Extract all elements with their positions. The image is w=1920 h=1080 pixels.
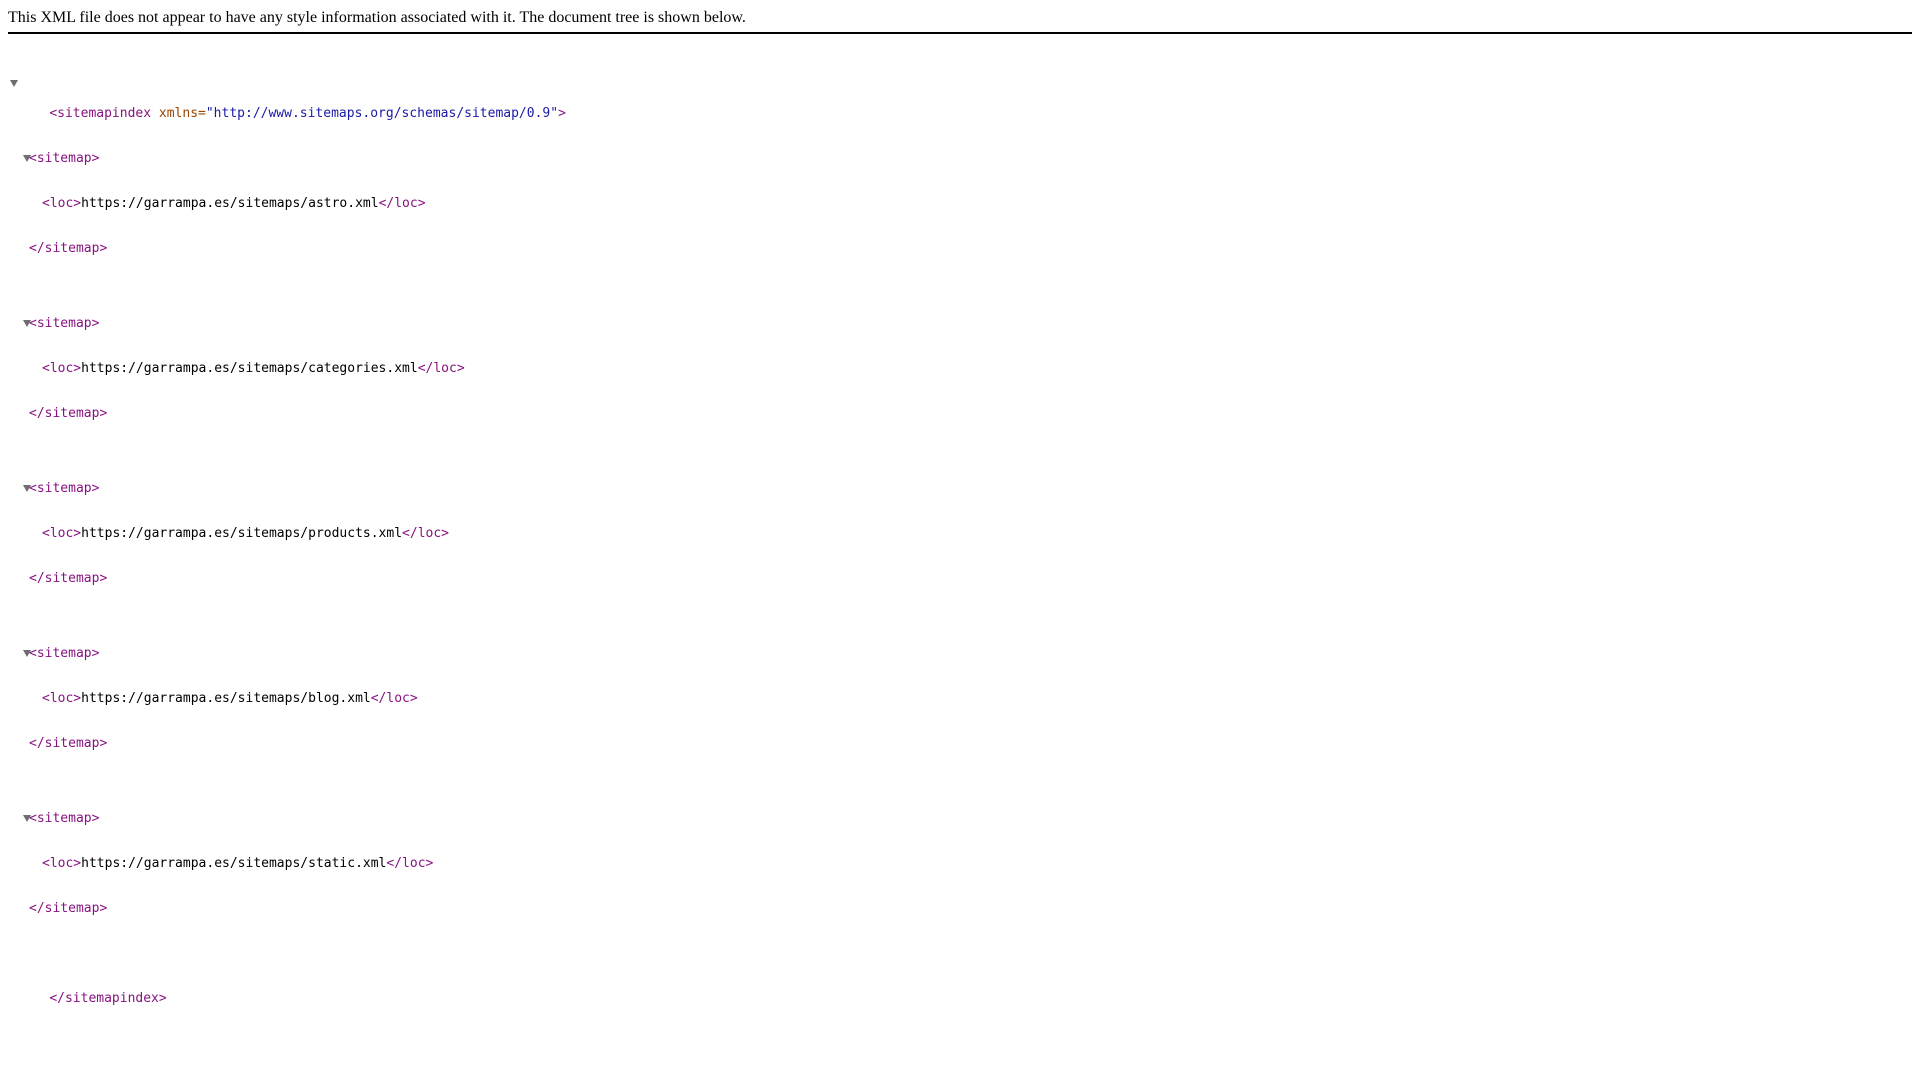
sitemap-entry: <sitemap> <loc>https://garrampa.es/sitem…	[8, 121, 1912, 286]
loc-open-tag: <loc>	[42, 691, 82, 706]
loc-close-tag: </loc>	[386, 856, 434, 871]
loc-url: https://garrampa.es/sitemaps/blog.xml	[81, 691, 371, 706]
loc-open-tag: <loc>	[42, 856, 82, 871]
sitemapindex-close-tag: </sitemapindex>	[49, 991, 167, 1006]
loc-close-tag: </loc>	[402, 526, 450, 541]
sitemap-close-line: </sitemap>	[8, 736, 1912, 751]
sitemap-open-tag: <sitemap>	[29, 646, 100, 661]
sitemapindex-open-line: <sitemapindex xmlns="http://www.sitemaps…	[8, 76, 1912, 121]
loc-line: <loc>https://garrampa.es/sitemaps/static…	[8, 856, 1912, 871]
sitemap-entry: <sitemap> <loc>https://garrampa.es/sitem…	[8, 781, 1912, 946]
loc-open-tag: <loc>	[42, 361, 82, 376]
sitemap-open-tag: <sitemap>	[29, 151, 100, 166]
loc-url: https://garrampa.es/sitemaps/products.xm…	[81, 526, 403, 541]
sitemap-open-line: <sitemap>	[8, 151, 1912, 166]
xmlns-value: "http://www.sitemaps.org/schemas/sitemap…	[205, 106, 559, 121]
loc-url: https://garrampa.es/sitemaps/astro.xml	[81, 196, 379, 211]
sitemap-open-line: <sitemap>	[8, 811, 1912, 826]
sitemap-close-line: </sitemap>	[8, 406, 1912, 421]
sitemap-entry: <sitemap> <loc>https://garrampa.es/sitem…	[8, 286, 1912, 451]
sitemap-entry: <sitemap> <loc>https://garrampa.es/sitem…	[8, 616, 1912, 781]
sitemap-close-tag: </sitemap>	[29, 406, 108, 421]
sitemap-close-tag: </sitemap>	[29, 901, 108, 916]
loc-close-tag: </loc>	[378, 196, 426, 211]
sitemap-open-tag: <sitemap>	[29, 481, 100, 496]
sitemap-close-line: </sitemap>	[8, 571, 1912, 586]
collapse-triangle-icon[interactable]	[23, 485, 31, 492]
tag-end: >	[558, 106, 566, 121]
collapse-triangle-icon[interactable]	[23, 815, 31, 822]
collapse-triangle-icon[interactable]	[23, 155, 31, 162]
loc-line: <loc>https://garrampa.es/sitemaps/blog.x…	[8, 691, 1912, 706]
collapse-triangle-icon[interactable]	[10, 80, 18, 87]
loc-line: <loc>https://garrampa.es/sitemaps/astro.…	[8, 196, 1912, 211]
xml-tree: <sitemapindex xmlns="http://www.sitemaps…	[8, 46, 1912, 1006]
loc-line: <loc>https://garrampa.es/sitemaps/catego…	[8, 361, 1912, 376]
sitemapindex-tag: <sitemapindex	[49, 106, 152, 121]
xmlns-attr: xmlns=	[151, 106, 206, 121]
sitemap-close-tag: </sitemap>	[29, 736, 108, 751]
sitemapindex-close-line: </sitemapindex>	[8, 976, 1912, 1006]
sitemap-open-line: <sitemap>	[8, 481, 1912, 496]
sitemap-close-line: </sitemap>	[8, 241, 1912, 256]
sitemap-open-line: <sitemap>	[8, 646, 1912, 661]
sitemap-entry: <sitemap> <loc>https://garrampa.es/sitem…	[8, 451, 1912, 616]
loc-url: https://garrampa.es/sitemaps/categories.…	[81, 361, 418, 376]
loc-url: https://garrampa.es/sitemaps/static.xml	[81, 856, 387, 871]
sitemap-open-tag: <sitemap>	[29, 811, 100, 826]
sitemap-open-line: <sitemap>	[8, 316, 1912, 331]
collapse-triangle-icon[interactable]	[23, 650, 31, 657]
loc-close-tag: </loc>	[370, 691, 418, 706]
no-style-info-message: This XML file does not appear to have an…	[8, 8, 1912, 34]
collapse-triangle-icon[interactable]	[23, 320, 31, 327]
sitemap-close-line: </sitemap>	[8, 901, 1912, 916]
loc-open-tag: <loc>	[42, 196, 82, 211]
sitemap-close-tag: </sitemap>	[29, 571, 108, 586]
loc-close-tag: </loc>	[417, 361, 465, 376]
sitemap-close-tag: </sitemap>	[29, 241, 108, 256]
loc-line: <loc>https://garrampa.es/sitemaps/produc…	[8, 526, 1912, 541]
loc-open-tag: <loc>	[42, 526, 82, 541]
sitemap-open-tag: <sitemap>	[29, 316, 100, 331]
